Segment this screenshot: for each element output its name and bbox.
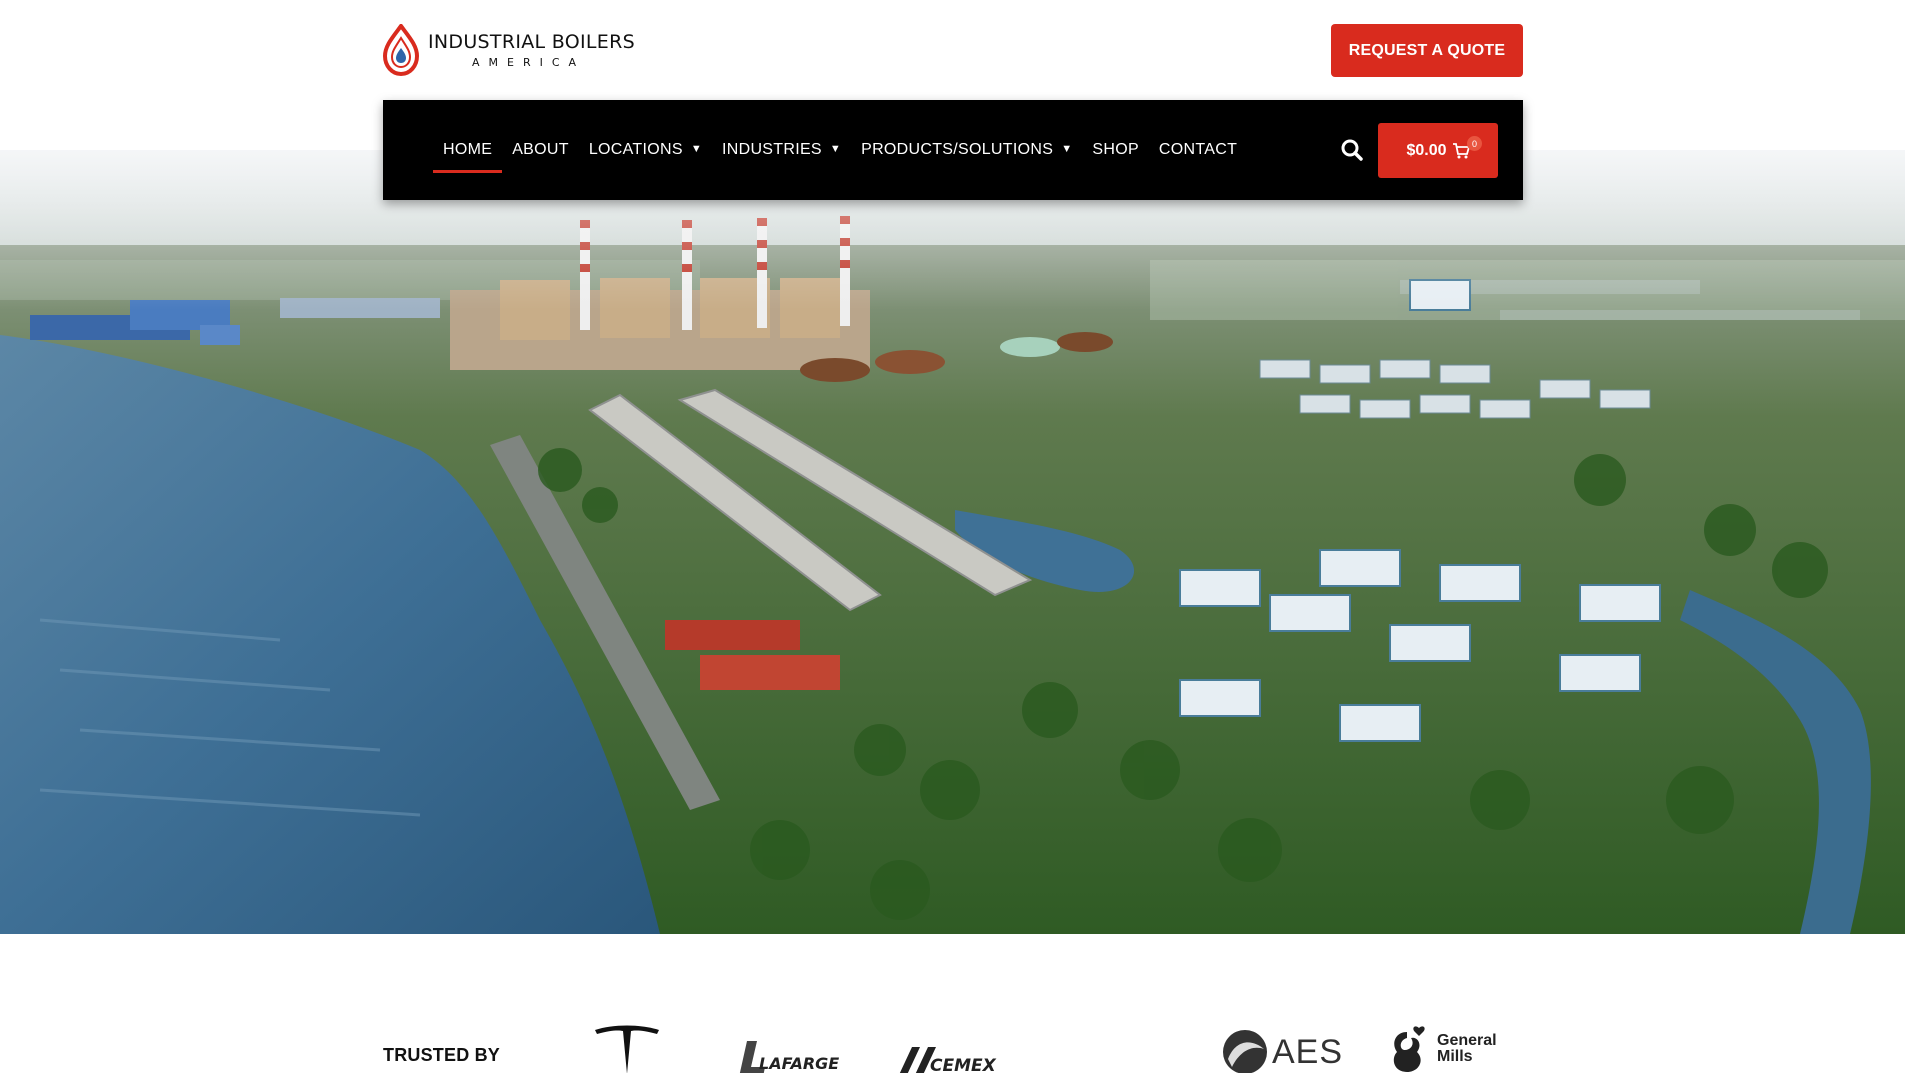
nav-item-home[interactable]: HOME <box>433 100 503 200</box>
lafarge-wordmark: LAFARGE <box>759 1054 840 1073</box>
cart-button[interactable]: $0.00 <box>1378 123 1498 178</box>
general-mills-logo: General Mills <box>1385 1024 1497 1073</box>
chevron-down-icon: ▼ <box>1061 143 1073 155</box>
cemex-logo: CEMEX <box>898 1041 996 1073</box>
logo-title: INDUSTRIAL BOILERS <box>428 30 635 53</box>
nav-label: INDUSTRIES <box>722 141 822 158</box>
trusted-by-section: TRUSTED BY LAFARGE CEMEX AES General Mil… <box>0 934 1905 1073</box>
general-mills-mark-icon <box>1393 1026 1425 1072</box>
site-logo[interactable]: INDUSTRIAL BOILERS AMERICA <box>382 24 635 76</box>
flame-drop-icon <box>382 24 420 76</box>
chevron-down-icon: ▼ <box>829 143 842 155</box>
cart-total: $0.00 <box>1406 141 1447 159</box>
nav-item-industries[interactable]: INDUSTRIES ▼ <box>712 100 851 200</box>
hero-image <box>0 150 1905 934</box>
logo-subtitle: AMERICA <box>472 55 586 69</box>
chevron-down-icon: ▼ <box>690 143 702 155</box>
general-mills-wordmark-line1: General <box>1437 1032 1497 1049</box>
aes-mark-icon <box>1223 1030 1267 1073</box>
cemex-wordmark: CEMEX <box>930 1056 996 1073</box>
cart-count-badge: 0 <box>1467 136 1482 151</box>
general-mills-wordmark-line2: Mills <box>1437 1048 1473 1065</box>
nav-item-locations[interactable]: LOCATIONS ▼ <box>579 100 712 200</box>
nav-item-contact[interactable]: CONTACT <box>1149 100 1247 200</box>
aes-logo: AES <box>1222 1030 1344 1073</box>
nav-label: PRODUCTS/SOLUTIONS <box>861 141 1054 158</box>
trusted-by-label: TRUSTED BY <box>383 1045 501 1065</box>
nav-item-about[interactable]: ABOUT <box>502 100 579 200</box>
nav-label: HOME <box>443 141 493 158</box>
aes-wordmark: AES <box>1272 1032 1344 1071</box>
nav-label: ABOUT <box>512 141 569 158</box>
nav-label: CONTACT <box>1158 141 1238 158</box>
nav-label: LOCATIONS <box>588 141 683 158</box>
tesla-logo <box>595 1025 659 1073</box>
nav-item-shop[interactable]: SHOP <box>1082 100 1149 200</box>
lafarge-logo: LAFARGE <box>735 1039 839 1073</box>
request-quote-button[interactable]: REQUEST A QUOTE <box>1331 24 1523 77</box>
nav-label: SHOP <box>1092 141 1139 158</box>
main-navigation: HOME ABOUT LOCATIONS ▼ INDUSTRIES ▼ PRODUC… <box>383 100 1523 200</box>
search-icon[interactable] <box>1338 136 1366 164</box>
nav-item-products-solutions[interactable]: PRODUCTS/SOLUTIONS ▼ <box>851 100 1082 200</box>
